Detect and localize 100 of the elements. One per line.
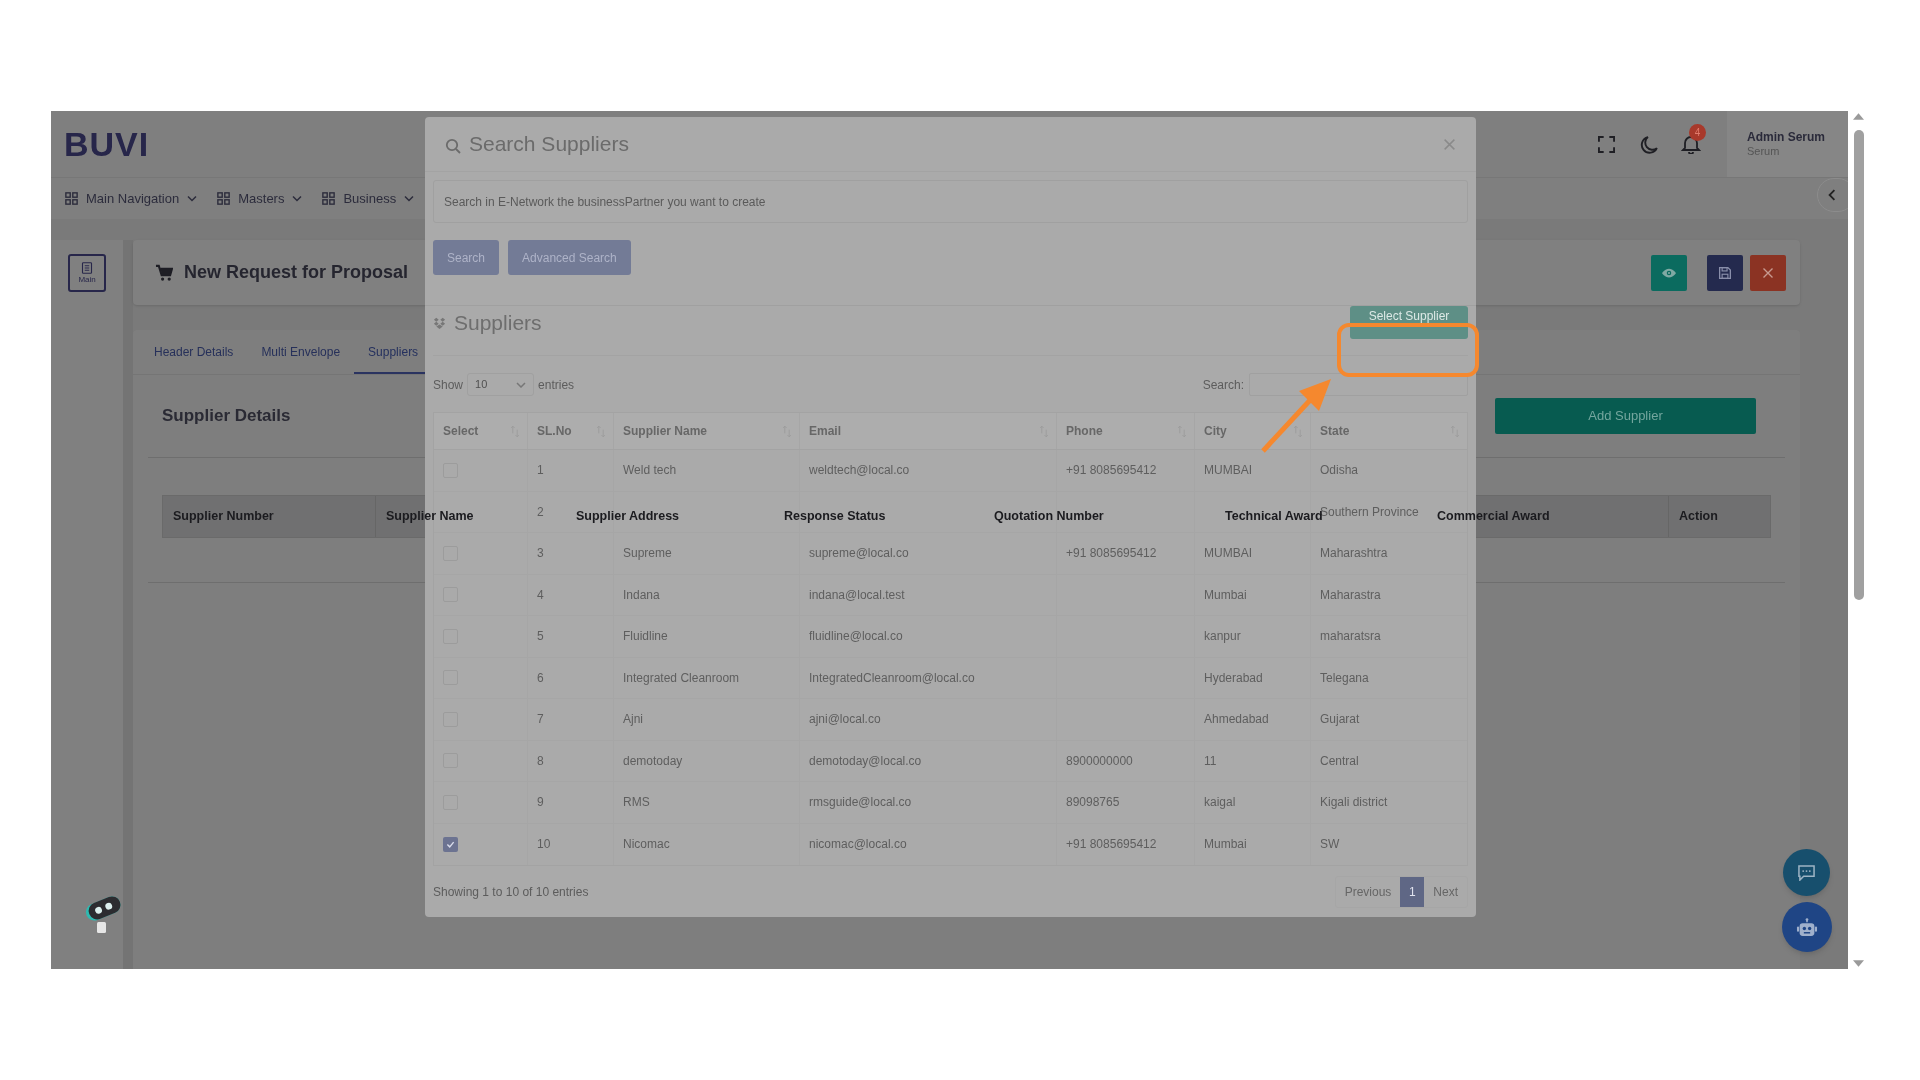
- table-cell-text: indana@local.test: [809, 586, 905, 604]
- column-header[interactable]: State: [1320, 422, 1350, 440]
- boxes-icon: [433, 316, 446, 329]
- table-cell-text: 4: [537, 586, 544, 604]
- chevron-down-icon: [292, 195, 303, 202]
- table-cell-text: Maharastra: [1320, 586, 1381, 604]
- logo: BUVI: [64, 127, 150, 161]
- bell-icon[interactable]: [1681, 134, 1701, 154]
- column-header[interactable]: Select: [443, 422, 479, 440]
- advanced-search-button[interactable]: Advanced Search: [508, 240, 631, 275]
- table-cell-text: kaigal: [1204, 794, 1236, 812]
- table-cell-text: Maharashtra: [1320, 545, 1388, 563]
- table-cell-text: Fluidline: [623, 628, 668, 646]
- sidebar-item[interactable]: Main: [68, 254, 107, 292]
- user-name[interactable]: Admin Serum: [1747, 129, 1848, 145]
- column-header: Action: [1679, 508, 1718, 526]
- table-cell-text: IntegratedCleanroom@local.co: [809, 669, 975, 687]
- scroll-down-icon[interactable]: [1853, 960, 1864, 967]
- table-cell-text: +91 8085695412: [1066, 836, 1157, 854]
- table-cell-text: 6: [537, 669, 544, 687]
- table-cell-text: 11: [1204, 752, 1217, 770]
- close-icon: [1762, 266, 1774, 279]
- robot-icon: [1796, 917, 1818, 937]
- cart-icon: [155, 264, 173, 281]
- table-cell-text: Gujarat: [1320, 711, 1360, 729]
- table-cell-text: maharatsra: [1320, 628, 1381, 646]
- nav-menu[interactable]: Main Navigation: [65, 188, 198, 209]
- table-cell-text: weldtech@local.co: [809, 462, 910, 480]
- page-length-select[interactable]: 10: [467, 373, 535, 396]
- table-cell-text: 7: [537, 711, 544, 729]
- table-cell-text: Mumbai: [1204, 586, 1247, 604]
- table-cell-text: 89098765: [1066, 794, 1120, 812]
- table-cell-text: Integrated Cleanroom: [623, 669, 740, 687]
- column-header[interactable]: Email: [809, 422, 841, 440]
- assistant-button[interactable]: [1782, 902, 1832, 952]
- grid-icon: [217, 192, 231, 205]
- document-icon: [81, 262, 94, 274]
- table-cell-text: kanpur: [1204, 628, 1241, 646]
- chevron-down-icon: [187, 195, 198, 202]
- table-cell-text: Nicomac: [623, 836, 670, 854]
- show-label: Show: [433, 376, 464, 394]
- table-cell-text: Ahmedabad: [1204, 711, 1269, 729]
- notification-badge: 4: [1689, 124, 1706, 141]
- scrollbar-thumb[interactable]: [1853, 130, 1864, 600]
- grid-icon: [65, 192, 78, 205]
- close-button[interactable]: [1750, 254, 1786, 291]
- table-cell-text: Weld tech: [623, 462, 677, 480]
- column-header: Commercial Award: [1437, 508, 1550, 526]
- table-cell-text: rmsguide@local.co: [809, 794, 912, 812]
- chat-icon: [1797, 864, 1816, 881]
- tab[interactable]: Header Details: [140, 330, 248, 374]
- checkbox[interactable]: [443, 836, 458, 852]
- table-cell-text: nicomac@local.co: [809, 836, 907, 854]
- search-button[interactable]: Search: [433, 240, 500, 275]
- section-title: Supplier Details: [162, 405, 291, 428]
- column-header: Response Status: [784, 508, 886, 526]
- table-cell-text: 8900000000: [1066, 752, 1133, 770]
- table-cell-text: 2: [537, 503, 544, 521]
- table-cell-text: fluidline@local.co: [809, 628, 903, 646]
- dialog-title: Search Suppliers: [469, 131, 629, 158]
- list-title: Suppliers: [454, 309, 542, 336]
- column-header: Supplier Address: [576, 508, 680, 526]
- entries-label: entries: [538, 376, 575, 394]
- table-cell-text: +91 8085695412: [1066, 462, 1157, 480]
- table-cell-text: 3: [537, 545, 544, 563]
- table-cell-text: Kigali district: [1320, 794, 1388, 812]
- chevron-left-icon: [1828, 189, 1836, 201]
- table-cell-text: Indana: [623, 586, 660, 604]
- pagination-button[interactable]: 1: [1400, 877, 1425, 907]
- table-cell-text: ajni@local.co: [809, 711, 881, 729]
- chevron-down-icon: [404, 195, 415, 202]
- column-header[interactable]: Supplier Name: [623, 422, 708, 440]
- preview-button[interactable]: [1651, 254, 1687, 291]
- table-cell-text: Odisha: [1320, 462, 1359, 480]
- table-cell-text: Ajni: [623, 711, 643, 729]
- table-cell-text: Telegana: [1320, 669, 1369, 687]
- table-cell-text: MUMBAI: [1204, 462, 1252, 480]
- table-cell-text: MUMBAI: [1204, 545, 1252, 563]
- tab[interactable]: Multi Envelope: [247, 330, 355, 374]
- add-supplier-button[interactable]: Add Supplier: [1495, 398, 1756, 434]
- moon-icon[interactable]: [1640, 134, 1659, 154]
- table-cell-text: 9: [537, 794, 544, 812]
- scroll-up-icon[interactable]: [1853, 113, 1864, 120]
- fullscreen-icon[interactable]: [1598, 135, 1615, 153]
- table-cell-text: 8: [537, 752, 544, 770]
- page-title: New Request for Proposal: [184, 261, 409, 284]
- nav-menu[interactable]: Masters: [217, 188, 303, 209]
- table-cell-text: +91 8085695412: [1066, 545, 1157, 563]
- table-info: Showing 1 to 10 of 10 entries: [433, 884, 589, 901]
- grid-icon: [322, 192, 336, 205]
- table-cell-text: 1: [537, 462, 544, 480]
- column-header[interactable]: Phone: [1066, 422, 1103, 440]
- table-cell-text: demotoday@local.co: [809, 752, 922, 770]
- nav-menu[interactable]: Business: [322, 188, 415, 209]
- close-icon[interactable]: [1443, 137, 1456, 151]
- column-header[interactable]: SL.No: [537, 422, 572, 440]
- column-header[interactable]: City: [1204, 422, 1227, 440]
- table-cell-text: Mumbai: [1204, 836, 1247, 854]
- save-button[interactable]: [1707, 254, 1743, 291]
- search-field[interactable]: Search in E-Network the businessPartner you want to create: [433, 180, 1468, 223]
